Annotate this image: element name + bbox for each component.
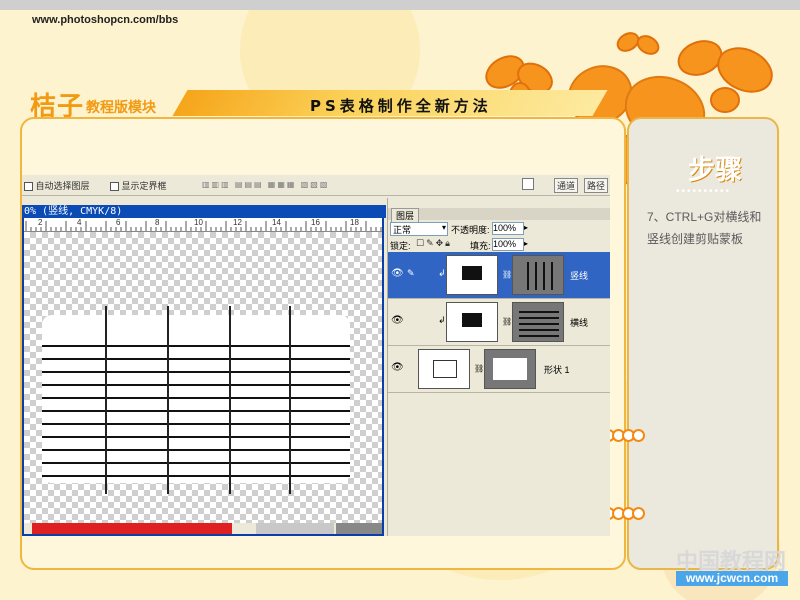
canvas[interactable]: [24, 232, 382, 523]
lock-icons[interactable]: ☐✎✥🔒︎: [416, 238, 452, 249]
status-bar-fill: [32, 523, 232, 534]
ruler-label: 6: [116, 218, 121, 227]
step-description: 7、CTRL+G对横线和竖线创建剪贴蒙板: [647, 210, 762, 246]
mask-thumbnail: [512, 255, 564, 295]
top-strip: [0, 0, 800, 10]
document-title-bar[interactable]: 0% (竖线, CMYK/8): [22, 205, 386, 218]
fill-label: 填充:: [470, 241, 491, 251]
show-bounds-checkbox[interactable]: 显示定界框: [110, 179, 167, 192]
ruler-label: 16: [311, 218, 320, 227]
layer-row[interactable]: 👁︎ ⛓︎ 形状 1: [388, 346, 610, 393]
status-bar-fill: [256, 523, 334, 534]
opacity-label: 不透明度:: [451, 225, 490, 235]
blend-mode-select[interactable]: 正常 ▾: [390, 222, 448, 236]
horizontal-ruler: 2 4 6 8 10 12 14 16 18: [24, 218, 382, 232]
layer-thumbnail: [418, 349, 470, 389]
tab-paths[interactable]: 路径: [584, 178, 609, 193]
palette-icon[interactable]: [522, 178, 534, 190]
vector-mask-thumbnail: [484, 349, 536, 389]
table-artwork: [42, 306, 350, 494]
layer-row[interactable]: 👁︎ ↲ ⛓︎ 横线: [388, 299, 610, 346]
status-bar-fill: [336, 523, 382, 534]
page-title: PS表格制作全新方法: [310, 97, 492, 115]
layer-thumbnail: [446, 255, 498, 295]
auto-select-checkbox[interactable]: 自动选择图层: [24, 179, 90, 192]
ruler-label: 12: [233, 218, 242, 227]
auto-select-label: 自动选择图层: [35, 181, 90, 191]
chevron-right-icon[interactable]: ▸: [524, 223, 528, 232]
tab-layers[interactable]: 图层: [391, 208, 420, 222]
layer-name: 横线: [570, 318, 589, 328]
align-buttons[interactable]: ▥▥▥ ▤▤▤ ▦▦▦ ▧▧▧: [202, 180, 382, 189]
watermark-url: www.jcwcn.com: [676, 571, 788, 586]
tab-channels[interactable]: 通道: [554, 178, 579, 193]
lock-label: 锁定:: [390, 241, 411, 251]
layer-row[interactable]: 👁︎ ✎ ↲ ⛓︎ 竖线: [388, 252, 610, 299]
brand-subtitle: 教程版模块: [86, 99, 156, 115]
clip-arrow-icon: ↲: [438, 315, 446, 325]
ruler-label: 10: [194, 218, 203, 227]
step-heading: 步骤: [688, 155, 742, 186]
show-bounds-label: 显示定界框: [121, 181, 167, 191]
chain-icon: ⛓︎: [502, 317, 513, 326]
eye-icon[interactable]: 👁︎: [391, 315, 404, 326]
eye-icon[interactable]: 👁︎: [391, 362, 404, 373]
chevron-right-icon[interactable]: ▸: [524, 239, 528, 248]
options-toolbar: 自动选择图层 显示定界框 ▥▥▥ ▤▤▤ ▦▦▦ ▧▧▧ 通道 路径: [22, 175, 610, 196]
ruler-label: 8: [155, 218, 160, 227]
chevron-down-icon: ▾: [441, 223, 446, 232]
brush-icon: ✎: [407, 268, 415, 278]
opacity-input[interactable]: 100%: [492, 222, 524, 235]
clip-arrow-icon: ↲: [438, 268, 446, 278]
layer-name: 形状 1: [544, 365, 570, 375]
chain-icon: ⛓︎: [474, 364, 485, 373]
document-window: 2 4 6 8 10 12 14 16 18: [22, 218, 384, 536]
layer-thumbnail: [446, 302, 498, 342]
eye-icon[interactable]: 👁︎: [391, 268, 404, 279]
blend-mode-value: 正常: [393, 225, 412, 235]
layers-panel: 图层 正常 ▾ 不透明度: 100% ▸ 锁定: ☐✎✥🔒︎ 填充: 100% …: [387, 198, 610, 536]
ruler-label: 4: [77, 218, 82, 227]
chain-icon: ⛓︎: [502, 270, 513, 279]
mask-thumbnail: [512, 302, 564, 342]
photoshop-screenshot: 自动选择图层 显示定界框 ▥▥▥ ▤▤▤ ▦▦▦ ▧▧▧ 通道 路径 0% (竖…: [22, 175, 610, 536]
layer-name: 竖线: [570, 271, 589, 281]
ruler-label: 2: [38, 218, 43, 227]
site-url[interactable]: www.photoshopcn.com/bbs: [32, 14, 178, 26]
fill-input[interactable]: 100%: [492, 238, 524, 251]
heading-dots: ••••••••••: [676, 186, 732, 197]
ruler-label: 18: [350, 218, 359, 227]
ruler-label: 14: [272, 218, 281, 227]
layers-tab-bar: 图层: [388, 208, 610, 222]
